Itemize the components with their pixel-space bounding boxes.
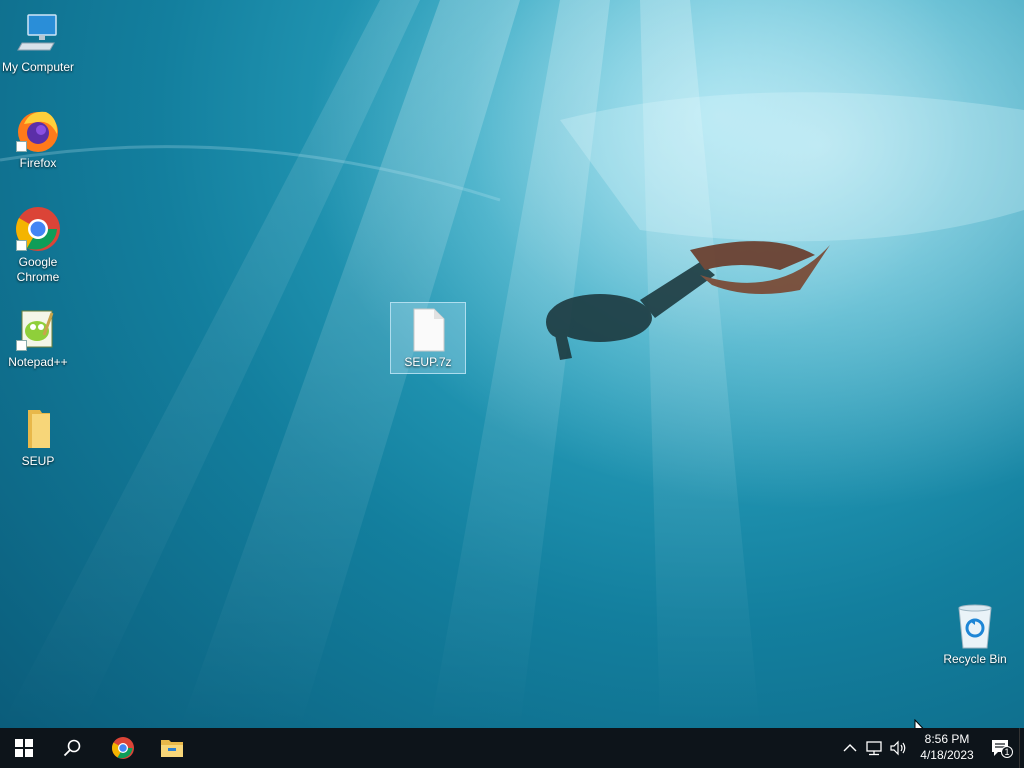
desktop-icon-seup-7z[interactable]: SEUP.7z bbox=[390, 302, 466, 374]
computer-icon bbox=[14, 10, 62, 58]
desktop-icon-google-chrome[interactable]: Google Chrome bbox=[0, 203, 76, 288]
chrome-icon bbox=[14, 205, 62, 253]
desktop-icon-recycle-bin[interactable]: Recycle Bin bbox=[937, 600, 1013, 670]
notification-count-badge: 1 bbox=[1004, 747, 1010, 757]
shortcut-arrow-icon bbox=[16, 240, 27, 251]
recycle-bin-icon bbox=[951, 602, 999, 650]
clock-date: 4/18/2023 bbox=[920, 748, 974, 762]
windows-logo-icon bbox=[15, 739, 33, 757]
desktop-icon-label: SEUP.7z bbox=[404, 355, 452, 369]
taskbar-chrome-button[interactable] bbox=[99, 728, 147, 768]
desktop-icon-firefox[interactable]: Firefox bbox=[0, 104, 76, 174]
desktop-icon-label: Recycle Bin bbox=[943, 652, 1007, 666]
desktop-icon-notepadpp[interactable]: Notepad++ bbox=[0, 303, 76, 373]
chevron-up-icon bbox=[843, 744, 857, 752]
search-icon bbox=[63, 739, 81, 757]
volume-icon bbox=[890, 740, 906, 756]
taskbar: 8:56 PM 4/18/2023 1 bbox=[0, 728, 1024, 768]
file-icon bbox=[404, 305, 452, 353]
show-desktop-button[interactable] bbox=[1019, 728, 1024, 768]
action-center-button[interactable]: 1 bbox=[990, 738, 1014, 758]
volume-button[interactable] bbox=[888, 738, 908, 758]
file-explorer-icon bbox=[161, 740, 183, 757]
folder-icon bbox=[14, 404, 62, 452]
desktop-icon-label: Firefox bbox=[19, 156, 57, 170]
taskbar-file-explorer-button[interactable] bbox=[148, 728, 196, 768]
desktop-icon-label: Google Chrome bbox=[16, 255, 60, 284]
network-button[interactable] bbox=[864, 738, 884, 758]
search-button[interactable] bbox=[48, 728, 96, 768]
desktop-wallpaper bbox=[0, 0, 1024, 728]
desktop-icon-label: SEUP bbox=[21, 454, 55, 468]
taskbar-clock[interactable]: 8:56 PM 4/18/2023 bbox=[914, 731, 980, 763]
shortcut-arrow-icon bbox=[16, 141, 27, 152]
network-icon bbox=[866, 741, 882, 756]
shortcut-arrow-icon bbox=[16, 340, 27, 351]
desktop-icon-seup-folder[interactable]: SEUP bbox=[0, 402, 76, 472]
system-tray: 8:56 PM 4/18/2023 1 bbox=[834, 728, 1024, 768]
start-button[interactable] bbox=[0, 728, 48, 768]
desktop-icon-my-computer[interactable]: My Computer bbox=[0, 8, 76, 78]
desktop-icon-label: Notepad++ bbox=[8, 355, 68, 369]
notepadpp-icon bbox=[14, 305, 62, 353]
firefox-icon bbox=[14, 106, 62, 154]
clock-time: 8:56 PM bbox=[924, 732, 970, 746]
desktop-icon-label: My Computer bbox=[1, 60, 75, 74]
show-hidden-icons-button[interactable] bbox=[840, 738, 860, 758]
chrome-icon bbox=[112, 737, 134, 759]
